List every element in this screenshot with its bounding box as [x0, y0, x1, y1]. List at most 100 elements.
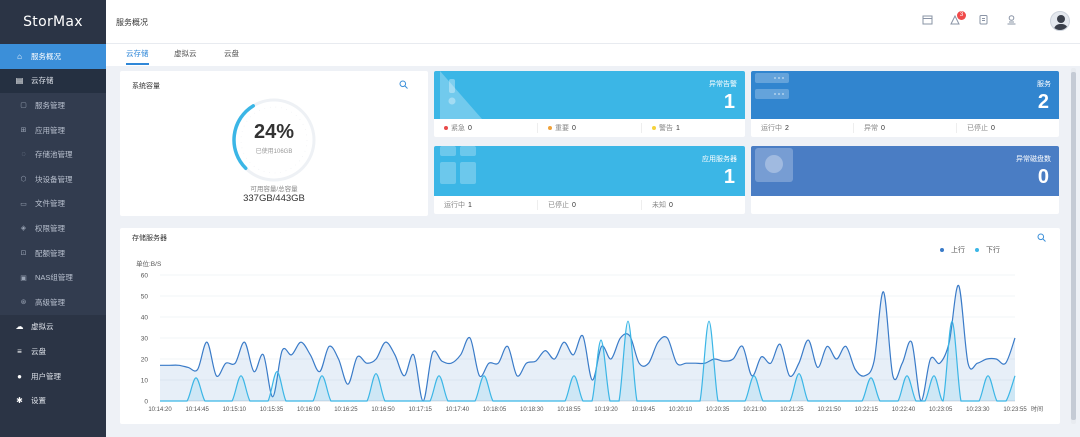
x-tick-label: 10:17:40 — [446, 407, 470, 413]
sidebar-item-quota[interactable]: ⊡ 配额管理 — [0, 240, 106, 266]
sidebar-item-nas[interactable]: ▣ NAS组管理 — [0, 265, 106, 290]
tab-bar: 云存储 虚拟云 云盘 — [106, 44, 1080, 66]
sidebar-item-permission[interactable]: ◈ 权限管理 — [0, 216, 106, 241]
apps-icon: ⊞ — [20, 127, 27, 135]
bad-disks-label: 异常磁盘数 — [1016, 156, 1051, 163]
tab-cloud-disk[interactable]: 云盘 — [224, 48, 239, 65]
virtual-cloud-icon: ☁ — [15, 322, 24, 332]
sidebar-item-label: 块设备管理 — [35, 174, 73, 184]
sidebar-item-block-device[interactable]: ⬡ 块设备管理 — [0, 166, 106, 192]
tab-cloud-storage[interactable]: 云存储 — [126, 48, 149, 65]
sidebar-item-label: 高级管理 — [35, 297, 65, 307]
sidebar-item-label: 配额管理 — [35, 248, 65, 258]
app-servers-unknown: 未知 0 — [652, 201, 673, 210]
clipboard-icon[interactable] — [976, 14, 990, 28]
sidebar-item-label: 存储池管理 — [35, 150, 73, 160]
file-icon: ▭ — [20, 200, 27, 208]
capacity-percent: 24% — [253, 121, 295, 143]
alert-important: 重要 0 — [538, 123, 642, 133]
x-tick-label: 10:18:30 — [520, 407, 544, 413]
bad-disks-count: 0 — [1037, 166, 1049, 188]
alerts-card[interactable]: 异常告警 1 紧急 0 重要 0 警告 1 — [434, 71, 745, 137]
services-breakdown: 运行中 2 异常 0 已停止 0 — [751, 119, 1059, 137]
sidebar-item-label: 应用管理 — [35, 125, 65, 135]
y-axis-unit: 单位:B/S — [136, 259, 162, 268]
x-tick-label: 10:15:35 — [260, 407, 284, 413]
x-tick-label: 10:18:55 — [557, 407, 581, 413]
block-device-icon: ⬡ — [20, 176, 27, 184]
sidebar-item-label: 云存储 — [31, 76, 54, 86]
home-icon: ⌂ — [17, 51, 22, 61]
capacity-card: 系统容量 24% 已使用106GB 可用容量/总容量 337GB/443GB — [120, 71, 428, 216]
x-tick-label: 10:21:50 — [817, 407, 841, 413]
x-tick-label: 10:16:50 — [371, 407, 395, 413]
sidebar-item-settings[interactable]: ✱ 设置 — [0, 388, 106, 413]
sidebar-item-cloud-disk[interactable]: ≡ 云盘 — [0, 339, 106, 364]
x-tick-label: 10:21:00 — [743, 407, 767, 413]
scrollbar-thumb[interactable] — [1071, 72, 1076, 420]
sidebar-item-file[interactable]: ▭ 文件管理 — [0, 191, 106, 217]
zoom-icon[interactable] — [399, 80, 408, 89]
services-band: 服务 2 — [751, 71, 1059, 119]
window-icon[interactable] — [920, 14, 934, 28]
notification-badge: 3 — [957, 11, 966, 20]
sidebar-item-apps[interactable]: ⊞ 应用管理 — [0, 117, 106, 143]
alert-warning: 警告 1 — [642, 123, 745, 133]
app-servers-card[interactable]: 应用服务器 1 运行中 1 已停止 0 未知 0 — [434, 146, 745, 214]
sidebar-item-home[interactable]: ⌂ 服务概况 — [0, 44, 106, 69]
y-tick-label: 30 — [141, 336, 149, 343]
avatar[interactable] — [1050, 11, 1070, 31]
nas-icon: ▣ — [20, 274, 27, 282]
settings-icon: ✱ — [16, 396, 23, 406]
x-tick-label: 10:23:55 — [1003, 407, 1027, 413]
bad-disks-card[interactable]: 异常磁盘数 0 — [751, 146, 1059, 214]
alert-urgent: 紧急 0 — [434, 123, 538, 133]
x-tick-label: 10:15:10 — [223, 407, 247, 413]
warning-triangle-icon — [440, 71, 482, 119]
cloud-storage-icon: ▤ — [15, 76, 24, 86]
sidebar-item-cloud-storage[interactable]: ▤ 云存储 — [0, 68, 106, 94]
services-card[interactable]: 服务 2 运行中 2 异常 0 已停止 0 — [751, 71, 1059, 137]
chart-plot: 单位:B/S 0 10 20 30 40 50 60 10:14:20 10:14:45 10:15… — [136, 259, 1043, 413]
sidebar-item-service[interactable]: ▢ 服务管理 — [0, 93, 106, 118]
x-tick-label: 10:23:05 — [929, 407, 953, 413]
page-title: 服务概况 — [116, 18, 148, 27]
tab-virtual-cloud[interactable]: 虚拟云 — [174, 48, 197, 65]
y-tick-label: 0 — [144, 399, 148, 406]
services-label: 服务 — [1037, 81, 1051, 88]
bad-disks-band: 异常磁盘数 0 — [751, 146, 1059, 196]
user-icon: ● — [17, 371, 22, 381]
y-tick-label: 60 — [141, 273, 149, 280]
capacity-value: 337GB/443GB — [243, 193, 305, 204]
disk-icon — [755, 148, 793, 182]
service-icon: ▢ — [20, 102, 27, 110]
services-abnormal: 异常 0 — [854, 123, 957, 133]
sidebar-item-virtual-cloud[interactable]: ☁ 虚拟云 — [0, 315, 106, 340]
server-icon — [755, 73, 789, 99]
advanced-icon: ⊛ — [20, 299, 27, 307]
sidebar-item-label: NAS组管理 — [35, 273, 73, 283]
x-tick-label: 10:22:15 — [855, 407, 879, 413]
alert-bell-icon[interactable]: 3 — [948, 11, 966, 28]
alerts-breakdown: 紧急 0 重要 0 警告 1 — [434, 119, 745, 137]
sidebar-item-label: 用户管理 — [31, 371, 61, 381]
x-tick-label: 10:20:35 — [706, 407, 730, 413]
alerts-band: 异常告警 1 — [434, 71, 745, 119]
alerts-label: 异常告警 — [709, 81, 737, 88]
sidebar-item-advanced[interactable]: ⊛ 高级管理 — [0, 289, 106, 315]
x-tick-label: 10:22:40 — [892, 407, 916, 413]
sidebar-item-user[interactable]: ● 用户管理 — [0, 364, 106, 389]
sidebar-item-label: 文件管理 — [35, 199, 65, 209]
cloud-disk-icon: ≡ — [17, 346, 22, 356]
services-running: 运行中 2 — [751, 123, 854, 133]
quota-icon: ⊡ — [20, 250, 27, 258]
grid-apps-icon — [440, 146, 476, 184]
sidebar-item-label: 云盘 — [31, 346, 46, 356]
user-profile-icon[interactable] — [1004, 14, 1018, 28]
sidebar-item-pool[interactable]: ◌ 存储池管理 — [0, 142, 106, 167]
y-tick-label: 10 — [141, 378, 149, 385]
x-tick-label: 10:16:00 — [297, 407, 321, 413]
app-servers-count: 1 — [723, 166, 735, 188]
x-tick-label: 10:18:05 — [483, 407, 507, 413]
sidebar-nav: ⌂ 服务概况 ▤ 云存储 ▢ 服务管理 ⊞ 应用管理 ◌ 存储池管理 ⬡ 块设备管理 ▭ 文件管理 ◈ 权限管… — [0, 44, 106, 413]
